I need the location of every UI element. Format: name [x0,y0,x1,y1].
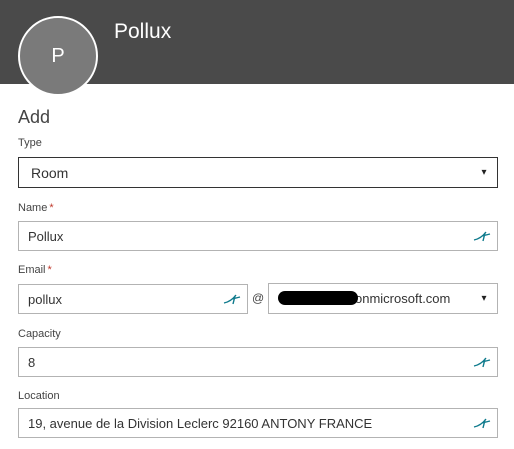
email-field[interactable]: pollux [18,284,248,314]
autofill-icon[interactable] [473,416,491,430]
header-title: Pollux [114,20,172,43]
location-label: Location [18,390,60,402]
type-select-value: Room [31,164,69,181]
capacity-field-value: 8 [28,354,36,370]
name-label: Name * [18,202,54,214]
required-marker: * [49,202,54,214]
avatar: P [18,16,98,96]
email-field-value: pollux [28,291,62,307]
email-label: Email * [18,264,52,276]
autofill-icon[interactable] [223,292,241,306]
autofill-icon[interactable] [473,229,491,243]
name-field[interactable]: Pollux [18,221,498,251]
location-field[interactable]: 19, avenue de la Division Leclerc 92160 … [18,408,498,438]
redaction-mark [278,291,358,305]
location-field-value: 19, avenue de la Division Leclerc 92160 … [28,415,373,431]
name-field-value: Pollux [28,228,64,244]
capacity-field[interactable]: 8 [18,347,498,377]
type-label: Type [18,137,42,149]
required-marker: * [47,264,52,276]
at-sign: @ [252,291,265,305]
capacity-label: Capacity [18,328,61,340]
type-select[interactable]: Room ▾ [18,157,498,188]
chevron-down-icon: ▾ [481,293,487,304]
autofill-icon[interactable] [473,355,491,369]
chevron-down-icon: ▾ [481,167,487,178]
section-title: Add [18,107,51,127]
